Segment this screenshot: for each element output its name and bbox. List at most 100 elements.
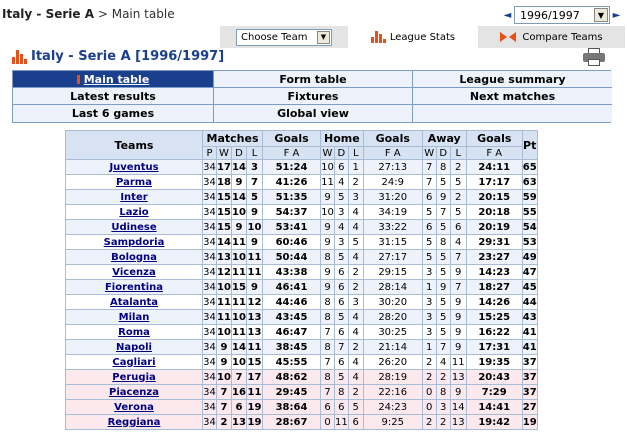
team-name[interactable]: Cagliari <box>65 354 203 370</box>
choose-team-select[interactable]: Choose Team ▼ <box>236 28 332 46</box>
home-wins: 10 <box>320 204 335 220</box>
home-draws: 6 <box>334 354 349 370</box>
nav-league-summary[interactable]: League summary <box>413 71 612 88</box>
away-goals-fa: 20:19 <box>465 219 523 235</box>
compare-icon <box>500 31 517 43</box>
losses: 9 <box>246 204 263 220</box>
header-away-w: W <box>421 146 437 160</box>
tab-compare-teams[interactable]: Compare Teams <box>478 26 625 48</box>
wins: 13 <box>216 249 232 265</box>
team-name[interactable]: Perugia <box>65 369 203 385</box>
team-name[interactable]: Reggiana <box>65 414 203 430</box>
away-draws: 7 <box>435 339 451 355</box>
away-goals-fa: 24:11 <box>465 159 523 175</box>
home-draws: 6 <box>334 279 349 295</box>
home-losses: 6 <box>347 414 364 430</box>
away-draws: 5 <box>435 324 451 340</box>
points: 47 <box>521 264 538 280</box>
home-wins: 10 <box>320 159 335 175</box>
nav-global-view[interactable]: Global view <box>214 105 413 122</box>
home-losses: 3 <box>347 294 364 310</box>
nav-empty-cell <box>413 105 612 122</box>
home-wins: 8 <box>320 294 335 310</box>
points: 19 <box>521 414 538 430</box>
losses: 11 <box>246 249 263 265</box>
away-losses: 5 <box>449 174 467 190</box>
home-wins: 9 <box>320 234 335 250</box>
table-row: Roma 34 10 11 13 46:47 7 6 4 30:25 3 5 9 16:22 41 <box>65 324 538 340</box>
table-row: Bologna 34 13 10 11 50:44 8 5 4 27:17 5 5 7 23:27 49 <box>65 249 538 265</box>
header-p: P <box>202 146 217 160</box>
wins: 15 <box>216 189 232 205</box>
nav-next-matches[interactable]: Next matches <box>413 88 612 105</box>
nav-fixtures[interactable]: Fixtures <box>214 88 413 105</box>
away-goals-fa: 20:18 <box>465 204 523 220</box>
team-name[interactable]: Napoli <box>65 339 203 355</box>
goals-fa: 38:45 <box>262 339 321 355</box>
draws: 10 <box>231 204 247 220</box>
home-goals-fa: 28:19 <box>362 369 423 385</box>
goals-fa: 60:46 <box>262 234 321 250</box>
printer-icon[interactable] <box>583 48 605 66</box>
nav-last-6-games[interactable]: Last 6 games <box>13 105 214 122</box>
away-goals-fa: 17:31 <box>465 339 523 355</box>
points: 41 <box>521 324 538 340</box>
away-wins: 7 <box>421 174 437 190</box>
team-name[interactable]: Fiorentina <box>65 279 203 295</box>
home-goals-fa: 28:20 <box>362 309 423 325</box>
table-row: Piacenza 34 7 16 11 29:45 7 8 2 22:16 0 8 9 7:29 37 <box>65 384 538 400</box>
team-name[interactable]: Juventus <box>65 159 203 175</box>
nav-main-table[interactable]: Main table <box>13 71 214 88</box>
team-name[interactable]: Piacenza <box>65 384 203 400</box>
prev-season-icon[interactable]: ◄ <box>503 8 512 22</box>
team-name[interactable]: Parma <box>65 174 203 190</box>
table-row: Perugia 34 10 7 17 48:62 8 5 4 28:19 2 2 13 20:43 37 <box>65 369 538 385</box>
draws: 13 <box>231 414 247 430</box>
home-draws: 5 <box>334 189 349 205</box>
draws: 15 <box>231 279 247 295</box>
breadcrumb-root[interactable]: Italy - Serie A <box>2 7 94 21</box>
wins: 14 <box>216 234 232 250</box>
wins: 7 <box>216 399 232 415</box>
header-away: Away <box>421 130 467 147</box>
team-name[interactable]: Sampdoria <box>65 234 203 250</box>
season-select[interactable]: 1996/1997 ▼ <box>514 6 610 24</box>
away-goals-fa: 19:35 <box>465 354 523 370</box>
away-draws: 9 <box>435 189 451 205</box>
season-selector: ◄ 1996/1997 ▼ ► <box>503 6 621 24</box>
home-draws: 6 <box>334 294 349 310</box>
team-name[interactable]: Lazio <box>65 204 203 220</box>
away-losses: 9 <box>449 294 467 310</box>
team-name[interactable]: Inter <box>65 189 203 205</box>
team-name[interactable]: Verona <box>65 399 203 415</box>
home-wins: 0 <box>320 414 335 430</box>
team-name[interactable]: Bologna <box>65 249 203 265</box>
team-name[interactable]: Vicenza <box>65 264 203 280</box>
table-row: Atalanta 34 11 11 12 44:46 8 6 3 30:20 3 5 9 14:26 44 <box>65 294 538 310</box>
tab-league-stats[interactable]: League Stats <box>348 26 478 48</box>
table-row: Napoli 34 9 14 11 38:45 8 7 2 21:14 1 7 9 17:31 41 <box>65 339 538 355</box>
nav-latest-results[interactable]: Latest results <box>13 88 214 105</box>
draws: 11 <box>231 324 247 340</box>
played: 34 <box>202 204 217 220</box>
home-goals-fa: 30:25 <box>362 324 423 340</box>
team-name[interactable]: Udinese <box>65 219 203 235</box>
away-goals-fa: 16:22 <box>465 324 523 340</box>
away-draws: 4 <box>435 354 451 370</box>
team-name[interactable]: Atalanta <box>65 294 203 310</box>
home-goals-fa: 24:23 <box>362 399 423 415</box>
goals-fa: 48:62 <box>262 369 321 385</box>
goals-fa: 45:55 <box>262 354 321 370</box>
next-season-icon[interactable]: ► <box>612 8 621 22</box>
team-name[interactable]: Milan <box>65 309 203 325</box>
away-goals-fa: 29:31 <box>465 234 523 250</box>
header-home-goals: Goals <box>362 130 423 147</box>
home-wins: 8 <box>320 369 335 385</box>
away-wins: 2 <box>421 369 437 385</box>
points: 54 <box>521 219 538 235</box>
points: 43 <box>521 309 538 325</box>
wins: 15 <box>216 219 232 235</box>
nav-form-table[interactable]: Form table <box>214 71 413 88</box>
team-name[interactable]: Roma <box>65 324 203 340</box>
away-wins: 2 <box>421 414 437 430</box>
